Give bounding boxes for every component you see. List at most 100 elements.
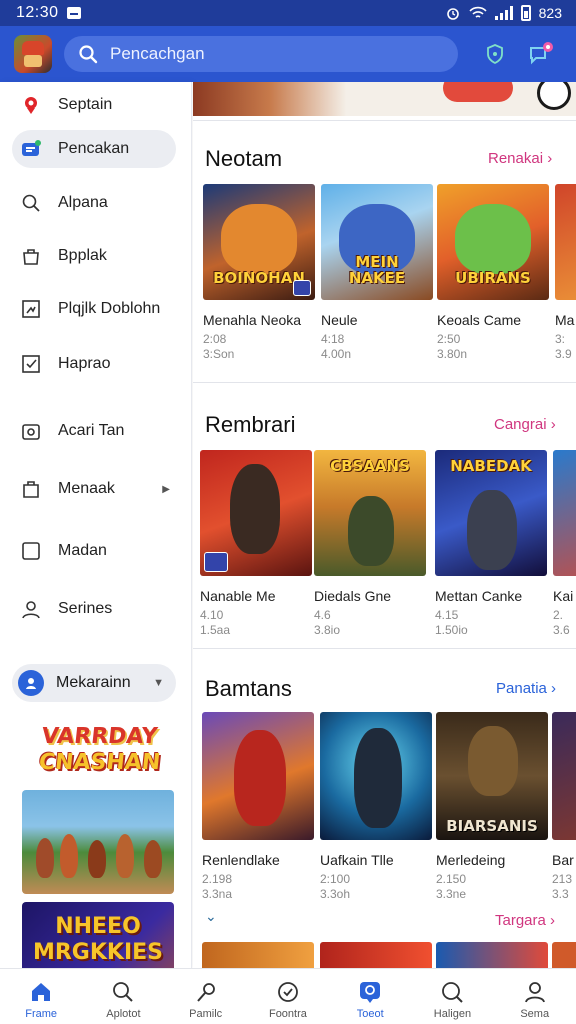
message-notification-icon [66,7,81,19]
game-name: Neule [321,312,358,328]
section-title: Bamtans [205,676,292,701]
nav-tab-frame[interactable]: Frame [0,969,82,1024]
drawer-item-menaak[interactable]: Menaak ▶ [12,470,176,508]
game-thumbnail[interactable] [436,942,548,968]
battery-level: 823 [538,5,562,21]
drawer-item-pencakan[interactable]: Pencakan [12,130,176,168]
account-name: Mekarainn [56,674,131,691]
game-name: Mettan Canke [435,588,523,604]
section-see-more-link[interactable]: Renakai › [488,150,552,167]
game-downloads: 3.3na [202,887,233,901]
game-thumbnail [200,450,312,576]
game-card[interactable]: Ma 3: 3.9 [555,184,576,362]
person-icon [20,598,42,620]
chevron-down-icon: ▼ [153,677,164,689]
bottom-navigation: Frame Aplotot Pamilc Foontra Toeot Halig… [0,968,576,1024]
nav-tab-aplotot[interactable]: Aplotot [82,969,164,1024]
search-icon [79,45,98,64]
game-card[interactable]: NABEDAK Mettan Canke 4.15 1.50io [435,450,547,638]
nav-tab-label: Toeot [356,1008,384,1020]
game-rating: 2.198 [202,872,233,886]
account-switcher[interactable]: Mekarainn ▼ [12,664,176,702]
nav-tab-label: Sema [520,1008,550,1020]
search-bar[interactable]: Pencachgan [64,36,458,72]
game-name: Keoals Came [437,312,522,328]
game-card[interactable]: BIARSANIS Merledeing 2.150 3.3ne [436,712,548,902]
status-time: 12:30 [16,4,59,21]
drawer-item-label: Acari Tan [58,422,125,439]
top-banner[interactable] [193,82,576,116]
section-title: Neotam [205,146,283,171]
game-thumbnail [552,712,576,840]
drawer-item-septain[interactable]: Septain [12,86,176,124]
drawer-item-serines[interactable]: Serines [12,590,176,628]
drawer-item-alpana[interactable]: Alpana [12,184,176,222]
game-rating: 2.150 [436,872,467,886]
bag-icon [20,245,42,267]
divider [193,120,576,121]
nav-tab-toeot[interactable]: Toeot [329,969,411,1024]
drawer-item-bpplak[interactable]: Bpplak [12,237,176,275]
game-rating: 4.15 [435,608,459,622]
game-thumbnail[interactable] [202,942,314,968]
status-bar: 12:30 823 [0,0,576,26]
drawer-item-label: Septain [58,96,113,113]
promo-image-village[interactable] [22,790,174,894]
game-rating: 2:08 [203,332,227,346]
main-content: Neotam Renakai › BOINOHAN Menahla Neoka … [193,82,576,968]
app-bar: Pencachgan [0,26,576,82]
app-logo-icon[interactable] [14,35,52,73]
game-name: Bar [552,852,574,868]
nav-tab-foontra[interactable]: Foontra [247,969,329,1024]
search-icon [439,979,465,1005]
game-downloads: 3.6 [553,623,570,637]
search-input[interactable]: Pencachgan [110,44,205,64]
game-thumbnail: BOINOHAN [203,184,315,300]
drawer-item-label: Madan [58,542,107,559]
square-icon [20,540,42,562]
drawer-item-plqjlk-doblohn[interactable]: Plqjlk Doblohn [12,290,176,328]
game-rating: 2:50 [437,332,461,346]
game-name: Renlendlake [202,852,280,868]
more-link[interactable]: Targara › [495,912,555,929]
drawer-item-label: Alpana [58,194,108,211]
game-downloads: 4.00n [321,347,352,361]
game-card[interactable]: Kai 2. 3.6 [553,450,576,638]
signal-icon [494,6,513,20]
nav-tab-haligen[interactable]: Haligen [411,969,493,1024]
section-see-more-link[interactable]: Panatia › [496,680,556,697]
game-card[interactable]: CBSAANS Diedals Gne 4.6 3.8io [314,450,426,638]
game-card[interactable]: Renlendlake 2.198 3.3na [202,712,314,902]
game-card[interactable]: Uafkain Tlle 2:100 3.3oh [320,712,432,902]
nav-tab-sema[interactable]: Sema [494,969,576,1024]
check-circle-icon [275,979,301,1005]
game-thumbnail[interactable] [552,942,576,968]
section-see-more-link[interactable]: Cangrai › [494,416,556,433]
game-downloads: 3.3 [552,887,569,901]
navigation-drawer: Septain Pencakan Alpana Bpplak Plqjlk Do… [0,82,192,1024]
chat-bubble-icon [20,138,42,160]
game-card[interactable]: MEIN NAKEE Neule 4:18 4.00n [321,184,433,362]
game-card[interactable]: Nanable Me 4.10 1.5aa [200,450,312,638]
shield-icon[interactable] [480,39,510,69]
game-thumbnail[interactable] [320,942,432,968]
game-name: Kai [553,588,574,604]
nav-tab-pamilc[interactable]: Pamilc [165,969,247,1024]
game-rating: 2:100 [320,872,351,886]
game-rating: 4:18 [321,332,345,346]
drawer-item-haprao[interactable]: Haprao [12,345,176,383]
game-downloads: 3.80n [437,347,468,361]
promo-game-logo[interactable]: VARRDAY CNASHAN [37,724,162,780]
game-thumbnail: MEIN NAKEE [321,184,433,300]
chevron-down-icon[interactable]: ⌄ [205,908,217,925]
drawer-item-acari-tan[interactable]: Acari Tan [12,412,176,450]
drawer-item-madan[interactable]: Madan [12,532,176,570]
nav-tab-label: Aplotot [106,1008,141,1020]
drawer-item-label: Bpplak [58,247,107,264]
alarm-icon [446,8,459,20]
game-thumbnail [320,712,432,840]
chat-notification-icon[interactable] [526,39,556,69]
game-card[interactable]: Bar 213 3.3 [552,712,576,902]
game-card[interactable]: UBIRANS Keoals Came 2:50 3.80n [437,184,549,362]
game-card[interactable]: BOINOHAN Menahla Neoka 2:08 3:Son [203,184,315,362]
